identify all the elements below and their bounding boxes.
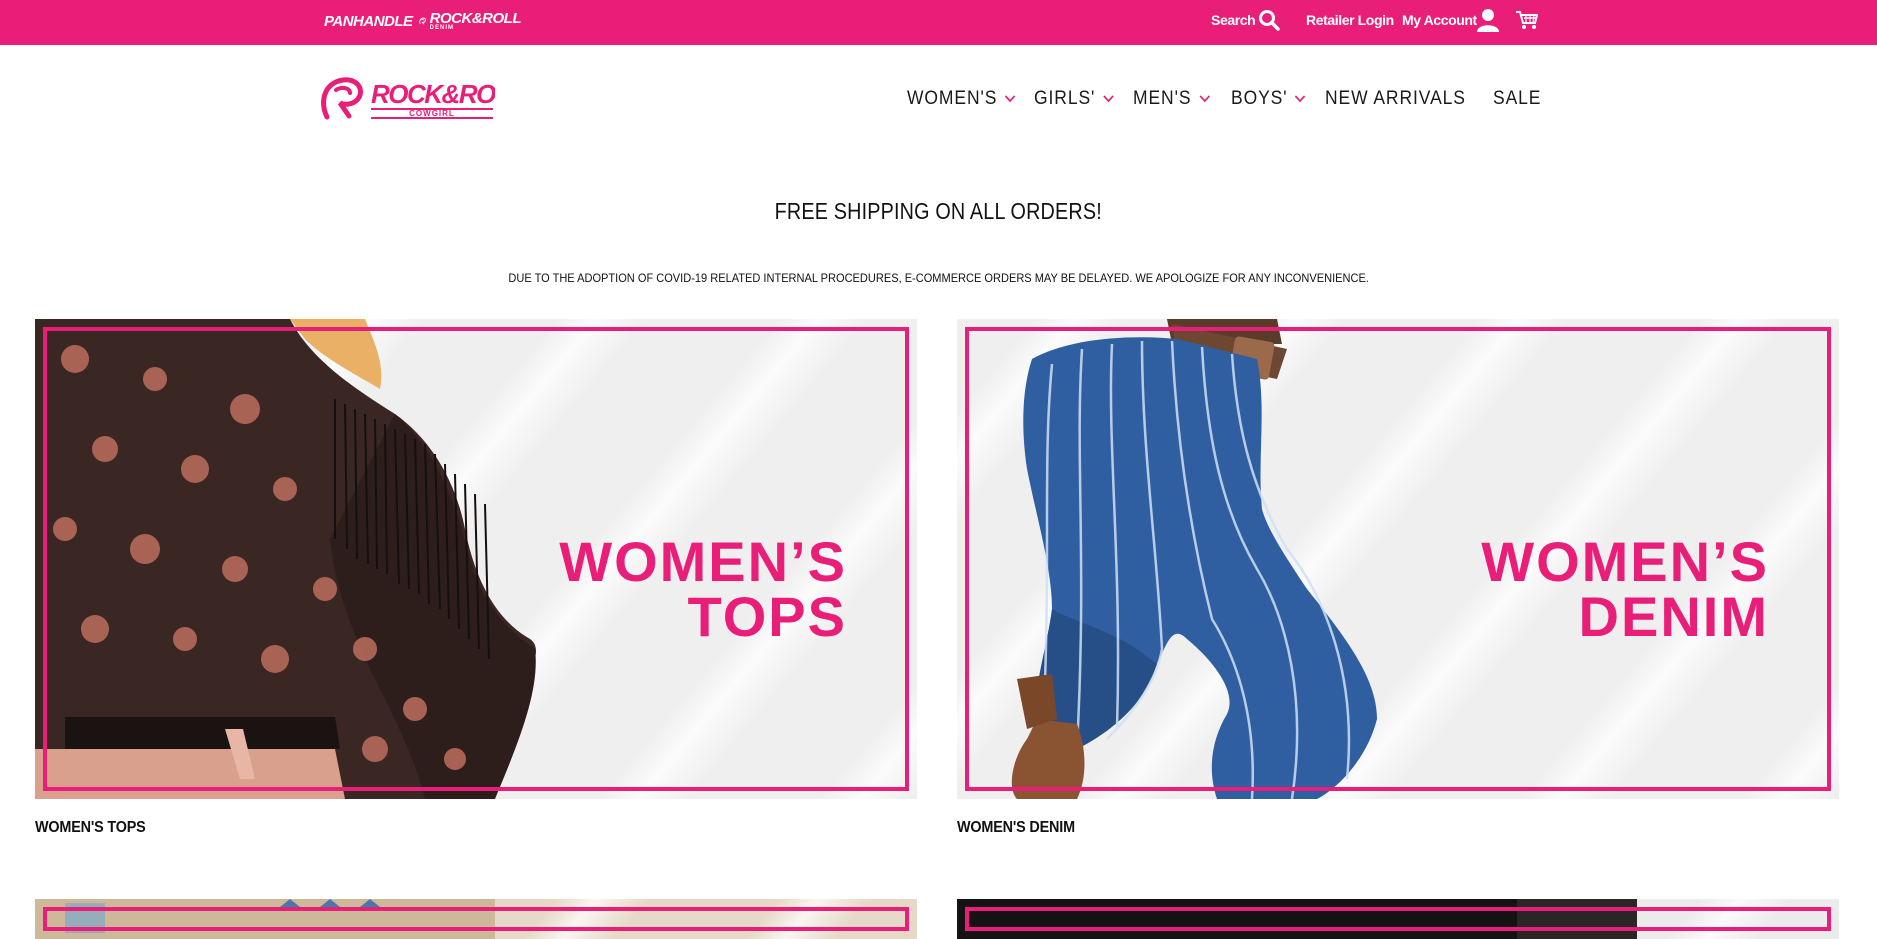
logo-main-text: ROCK&ROLL — [371, 79, 495, 109]
top-utility-bar: PANHANDLE ROCK&ROLL DENIM Search Retaile… — [0, 0, 1877, 45]
nav-girls-label: GIRLS' — [1034, 88, 1096, 109]
covid-notice: DUE TO THE ADOPTION OF COVID-19 RELATED … — [0, 271, 1877, 285]
category-tile-next-right[interactable] — [957, 899, 1839, 939]
caption-text: WOMEN'S TOPS — [35, 819, 146, 836]
tile-frame — [43, 907, 909, 931]
rr-denim-brand-sub: DENIM — [429, 24, 455, 31]
category-tile-womens-denim[interactable]: WOMEN’S DENIM — [957, 319, 1839, 799]
category-caption-womens-tops[interactable]: WOMEN'S TOPS — [35, 819, 158, 837]
logo-sub-text: COWGIRL — [409, 109, 455, 118]
nav-womens[interactable]: WOMEN'S — [907, 84, 1016, 114]
nav-boys-label: BOYS' — [1231, 88, 1288, 109]
nav-boys[interactable]: BOYS' — [1231, 84, 1306, 114]
tile-title-line1: WOMEN’S — [1481, 530, 1769, 593]
chevron-down-icon — [1005, 95, 1016, 103]
rock-and-roll-denim-brand-logo[interactable]: ROCK&ROLL DENIM — [419, 8, 522, 34]
free-shipping-banner: FREE SHIPPING ON ALL ORDERS! — [0, 198, 1877, 225]
free-shipping-text: FREE SHIPPING ON ALL ORDERS! — [774, 198, 1103, 224]
nav-sale[interactable]: SALE — [1493, 84, 1541, 114]
nav-mens-label: MEN'S — [1133, 88, 1192, 109]
category-caption-womens-denim[interactable]: WOMEN'S DENIM — [957, 819, 1088, 837]
rock-and-roll-cowgirl-logo[interactable]: ROCK&ROLL COWGIRL — [319, 75, 526, 121]
nav-girls[interactable]: GIRLS' — [1034, 84, 1114, 114]
cart-icon[interactable] — [1516, 10, 1538, 30]
panhandle-brand-logo[interactable]: PANHANDLE — [324, 8, 413, 34]
nav-womens-label: WOMEN'S — [907, 88, 998, 109]
chevron-down-icon — [1199, 95, 1210, 103]
tile-title-line1: WOMEN’S — [559, 530, 847, 593]
chevron-down-icon — [1103, 95, 1114, 103]
chevron-down-icon — [1295, 95, 1306, 103]
tile-title: WOMEN’S TOPS — [559, 530, 847, 648]
search-link[interactable]: Search — [1211, 12, 1256, 28]
tile-title: WOMEN’S DENIM — [1481, 530, 1769, 648]
covid-notice-text: DUE TO THE ADOPTION OF COVID-19 RELATED … — [508, 271, 1369, 285]
my-account-link[interactable]: My Account — [1402, 12, 1477, 28]
retailer-login-link[interactable]: Retailer Login — [1306, 12, 1394, 28]
account-icon[interactable] — [1477, 8, 1499, 32]
nav-new-arrivals[interactable]: NEW ARRIVALS — [1325, 84, 1466, 114]
nav-new-arrivals-label: NEW ARRIVALS — [1325, 88, 1466, 109]
tile-title-line2: DENIM — [1578, 585, 1769, 648]
search-icon[interactable] — [1258, 9, 1280, 31]
tile-title-line2: TOPS — [687, 585, 847, 648]
site-header: ROCK&ROLL COWGIRL WOMEN'S GIRLS' MEN'S B… — [0, 45, 1877, 145]
category-tile-womens-tops[interactable]: WOMEN’S TOPS — [35, 319, 917, 799]
panhandle-brand-name: PANHANDLE — [324, 12, 413, 30]
logo-emblem — [321, 77, 363, 120]
nav-sale-label: SALE — [1493, 88, 1542, 109]
category-tile-next-left[interactable] — [35, 899, 917, 939]
nav-mens[interactable]: MEN'S — [1133, 84, 1210, 114]
rr-emblem-icon — [419, 17, 427, 25]
rr-denim-brand-name: ROCK&ROLL — [429, 9, 522, 27]
tile-frame — [965, 907, 1831, 931]
caption-text: WOMEN'S DENIM — [957, 819, 1075, 836]
